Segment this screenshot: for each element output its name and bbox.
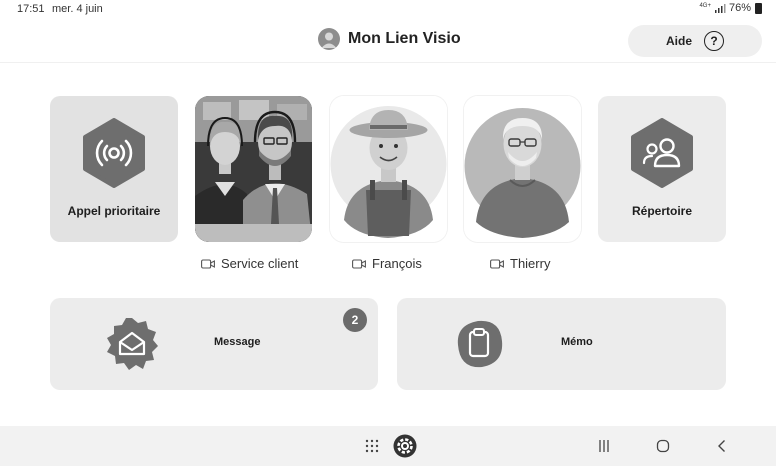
contact-name-label: François [372, 256, 422, 271]
clipboard-icon [457, 320, 503, 368]
system-nav-bar [0, 426, 776, 466]
memo-label: Mémo [561, 336, 593, 348]
video-camera-icon [201, 258, 215, 269]
help-button[interactable]: Aide ? [628, 25, 762, 57]
directory-tile[interactable]: Répertoire [598, 96, 726, 242]
status-indicators: 4G+ 76% [699, 2, 762, 14]
priority-call-label: Appel prioritaire [67, 204, 161, 218]
settings-gear-icon[interactable] [392, 426, 418, 466]
app-header: Mon Lien Visio Aide ? [0, 20, 776, 63]
network-type: 4G+ [699, 3, 711, 9]
apps-grid-icon[interactable] [360, 426, 384, 466]
video-camera-icon [352, 258, 366, 269]
user-avatar-icon [318, 28, 340, 50]
thierry-avatar [464, 96, 581, 242]
status-bar: 17:51 mer. 4 juin 4G+ 76% [0, 0, 776, 18]
home-icon[interactable] [651, 426, 675, 466]
contact-card-francois[interactable] [330, 96, 447, 242]
contact-name-label: Service client [221, 256, 299, 271]
directory-label: Répertoire [631, 204, 693, 218]
unread-count-badge: 2 [343, 308, 367, 332]
broadcast-icon [83, 118, 145, 188]
francois-avatar [330, 96, 447, 242]
message-tile[interactable]: Message 2 [50, 298, 378, 390]
help-label: Aide [665, 34, 692, 48]
brand: Mon Lien Visio [318, 28, 461, 50]
status-time: 17:51 [17, 3, 45, 15]
contact-name-thierry[interactable]: Thierry [490, 256, 550, 271]
signal-icon [714, 4, 726, 13]
video-camera-icon [490, 258, 504, 269]
memo-tile[interactable]: Mémo [397, 298, 726, 390]
message-label: Message [214, 336, 261, 348]
status-date: mer. 4 juin [52, 3, 103, 15]
help-icon: ? [704, 31, 724, 51]
envelope-icon [107, 318, 158, 370]
contact-name-label: Thierry [510, 256, 551, 271]
contact-name-service-client[interactable]: Service client [201, 256, 298, 271]
battery-icon [755, 2, 762, 14]
contact-card-thierry[interactable] [464, 96, 581, 242]
contact-name-francois[interactable]: François [352, 256, 422, 271]
back-icon[interactable] [710, 426, 734, 466]
service-client-photo [195, 96, 312, 242]
contact-card-service-client[interactable] [195, 96, 312, 242]
contacts-icon [631, 118, 693, 188]
app-title: Mon Lien Visio [348, 30, 461, 47]
priority-call-tile[interactable]: Appel prioritaire [50, 96, 178, 242]
battery-percent: 76% [728, 2, 751, 14]
recents-icon[interactable] [592, 426, 616, 466]
